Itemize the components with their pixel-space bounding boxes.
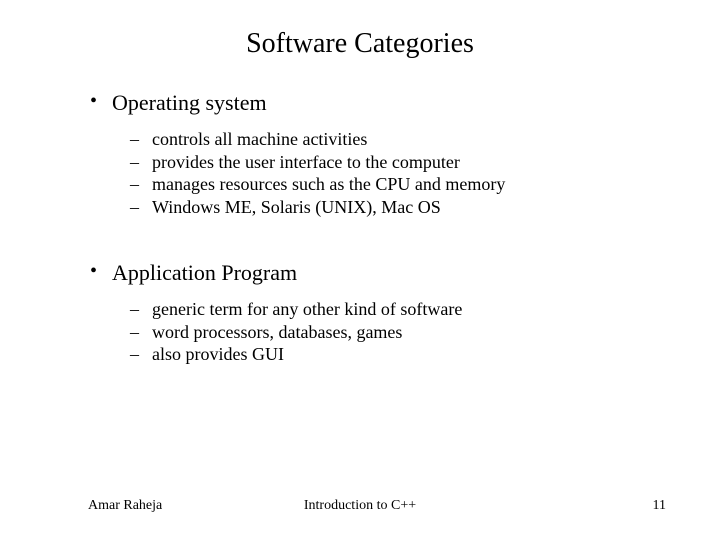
sub-bullet-item: also provides GUI [130,343,670,366]
bullet-list: Operating system controls all machine ac… [50,90,670,218]
sub-bullet-item: provides the user interface to the compu… [130,151,670,174]
sub-bullet-item: controls all machine activities [130,128,670,151]
slide: Software Categories Operating system con… [0,0,720,540]
sub-bullet-list: controls all machine activities provides… [112,128,670,218]
sub-bullet-item: word processors, databases, games [130,321,670,344]
bullet-item: Operating system controls all machine ac… [90,90,670,218]
slide-title: Software Categories [50,28,670,60]
footer: Amar Raheja Introduction to C++ 11 [0,498,720,514]
sub-bullet-item: generic term for any other kind of softw… [130,298,670,321]
spacer [50,226,670,260]
bullet-label: Application Program [112,260,297,285]
footer-title: Introduction to C++ [304,498,416,514]
bullet-label: Operating system [112,90,267,115]
bullet-item: Application Program generic term for any… [90,260,670,366]
sub-bullet-list: generic term for any other kind of softw… [112,298,670,366]
footer-author: Amar Raheja [88,498,162,514]
bullet-list: Application Program generic term for any… [50,260,670,366]
footer-page-number: 11 [653,498,666,514]
sub-bullet-item: manages resources such as the CPU and me… [130,173,670,196]
sub-bullet-item: Windows ME, Solaris (UNIX), Mac OS [130,196,670,219]
